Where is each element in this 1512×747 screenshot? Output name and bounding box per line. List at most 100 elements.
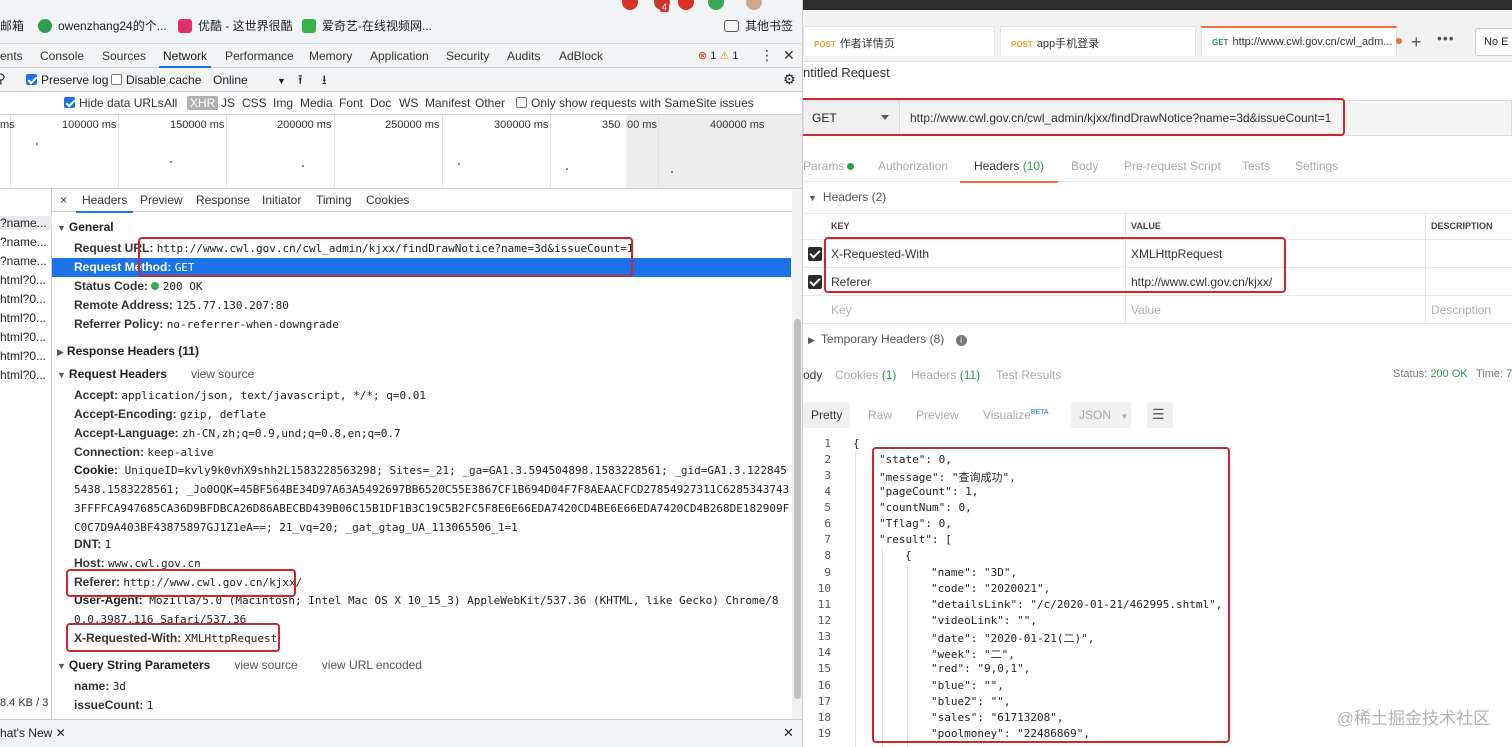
view-source-link[interactable]: view source [191, 367, 254, 381]
format-raw[interactable]: Raw [860, 402, 900, 428]
url-input[interactable]: http://www.cwl.gov.cn/cwl_admin/kjxx/fin… [900, 100, 1512, 136]
tab-timing[interactable]: Timing [316, 193, 352, 207]
tab-app-login[interactable]: POST app手机登录 [1000, 26, 1196, 56]
tab-tests[interactable]: Tests [1242, 159, 1270, 173]
section-response-headers[interactable]: ▶ Response Headers (11) [57, 344, 199, 358]
bookmark-mail[interactable]: 邮箱 [0, 17, 24, 34]
format-visualize[interactable]: VisualizeBETA [975, 402, 1057, 428]
filter-media[interactable]: Media [300, 96, 333, 110]
new-key-input[interactable]: Key [831, 303, 852, 317]
import-har-icon[interactable]: ⭱ [298, 71, 303, 93]
tab-response-cookies[interactable]: Cookies (1) [835, 368, 896, 382]
tab-audits[interactable]: Audits [507, 49, 540, 63]
tab-application[interactable]: Application [370, 49, 429, 63]
request-title[interactable]: ntitled Request [803, 65, 890, 80]
list-item[interactable]: html?0... [0, 311, 46, 325]
tab-sources[interactable]: Sources [102, 49, 146, 63]
view-url-encoded-link[interactable]: view URL encoded [322, 658, 422, 672]
tab-response-headers[interactable]: Headers (11) [911, 368, 980, 382]
close-detail-icon[interactable]: × [60, 193, 67, 207]
tab-network[interactable]: Network [158, 49, 212, 68]
tab-security[interactable]: Security [446, 49, 489, 63]
language-select[interactable]: JSON ▼ [1071, 402, 1131, 428]
list-item[interactable]: html?0... [0, 330, 46, 344]
bookmark-other[interactable]: 其他书签 [724, 17, 793, 34]
extension-icon[interactable]: 4 [654, 0, 670, 12]
tab-headers[interactable]: Headers [75, 193, 134, 213]
new-description-input[interactable]: Description [1431, 303, 1491, 317]
close-drawer-icon[interactable]: ✕ [783, 725, 794, 741]
tab-body[interactable]: Body [1071, 159, 1098, 173]
more-menu-icon[interactable]: ⋮ [760, 47, 774, 64]
tab-cookies[interactable]: Cookies [366, 193, 409, 207]
tab-pre-request-script[interactable]: Pre-request Script [1124, 159, 1221, 173]
request-method-row[interactable]: Request Method: GET [52, 258, 791, 277]
response-body-viewer[interactable]: 1{ 2 "state": 0, 3 "message": "查询成功", 4 "pa… [803, 436, 1512, 747]
extension-icon[interactable] [622, 0, 638, 10]
close-icon[interactable]: ✕ [56, 726, 66, 740]
list-item[interactable]: html?0... [0, 292, 46, 306]
tab-elements[interactable]: ents [0, 49, 23, 63]
list-item[interactable]: html?0... [0, 349, 46, 363]
method-select[interactable]: GET [803, 100, 900, 136]
tab-initiator[interactable]: Initiator [262, 193, 301, 207]
extension-icon[interactable] [708, 0, 724, 10]
samesite-checkbox[interactable]: Only show requests with SameSite issues [516, 96, 754, 110]
tab-console[interactable]: Console [40, 49, 84, 63]
extension-icon[interactable] [678, 0, 694, 10]
filter-all[interactable]: All [164, 96, 177, 110]
throttle-select[interactable]: Online ▼ [213, 73, 286, 87]
header-value-cell[interactable]: XMLHttpRequest [1131, 247, 1222, 261]
more-icon[interactable]: ••• [1437, 30, 1455, 46]
header-key-cell[interactable]: Referer [831, 275, 871, 289]
bookmark-owenzhang[interactable]: owenzhang24的个... [38, 17, 167, 34]
info-icon[interactable]: i [955, 335, 967, 346]
tab-performance[interactable]: Performance [225, 49, 294, 63]
tab-preview[interactable]: Preview [140, 193, 183, 207]
list-item[interactable]: ?name... [0, 216, 52, 230]
tab-response-body[interactable]: ody [803, 368, 822, 382]
network-overview[interactable]: ms 100000 ms 150000 ms 200000 ms 250000 … [0, 115, 802, 189]
tab-settings[interactable]: Settings [1295, 159, 1338, 173]
headers-section-toggle[interactable]: ▼ Headers (2) [808, 190, 886, 204]
header-key-cell[interactable]: X-Requested-With [831, 247, 929, 261]
close-icon[interactable]: ✕ [783, 47, 795, 64]
filter-ws[interactable]: WS [399, 96, 418, 110]
environment-select[interactable]: No E [1475, 28, 1512, 56]
tab-authorization[interactable]: Authorization [878, 159, 948, 173]
avatar[interactable] [746, 0, 762, 10]
list-item[interactable]: ?name... [0, 235, 47, 249]
section-query-string[interactable]: ▼ Query String Parameters view source view … [57, 658, 422, 672]
detail-scrollbar[interactable] [792, 189, 802, 719]
new-tab-icon[interactable]: + [1411, 32, 1422, 53]
tab-current-request[interactable]: GET http://www.cwl.gov.cn/cwl_adm... [1201, 26, 1403, 56]
tab-whats-new[interactable]: hat's New ✕ [0, 726, 66, 740]
tab-response[interactable]: Response [196, 193, 250, 207]
tab-memory[interactable]: Memory [309, 49, 352, 63]
disable-cache-checkbox[interactable]: Disable cache [111, 73, 201, 87]
tab-params[interactable]: Params [803, 159, 855, 173]
bookmark-youku[interactable]: 优酷 - 这世界很酷 [178, 17, 293, 34]
filter-doc[interactable]: Doc [370, 96, 391, 110]
tab-test-results[interactable]: Test Results [996, 368, 1061, 382]
header-enabled-checkbox[interactable] [808, 275, 822, 289]
hide-data-urls-checkbox[interactable]: Hide data URLs [64, 96, 164, 110]
filter-manifest[interactable]: Manifest [425, 96, 470, 110]
bookmark-iqiyi[interactable]: 爱奇艺-在线视频网... [302, 17, 432, 34]
search-icon[interactable]: ⚲ [0, 71, 6, 87]
list-item[interactable]: ?name... [0, 254, 47, 268]
export-har-icon[interactable]: ⭳ [322, 71, 327, 93]
filter-font[interactable]: Font [339, 96, 363, 110]
preserve-log-checkbox[interactable]: Preserve log [26, 73, 108, 87]
tab-author-detail[interactable]: POST 作者详情页 [803, 26, 995, 56]
header-enabled-checkbox[interactable] [808, 247, 822, 261]
console-issues-badge[interactable]: ⊗ 1 ⚠ 1 [698, 49, 739, 62]
header-value-cell[interactable]: http://www.cwl.gov.cn/kjxx/ [1131, 275, 1272, 289]
wrap-lines-icon[interactable]: ☰ [1147, 402, 1173, 428]
view-source-link[interactable]: view source [234, 658, 297, 672]
list-item[interactable]: html?0... [0, 273, 46, 287]
gear-icon[interactable]: ⚙ [783, 71, 796, 88]
filter-css[interactable]: CSS [242, 96, 267, 110]
filter-xhr[interactable]: XHR [187, 96, 219, 110]
format-preview[interactable]: Preview [908, 402, 967, 428]
